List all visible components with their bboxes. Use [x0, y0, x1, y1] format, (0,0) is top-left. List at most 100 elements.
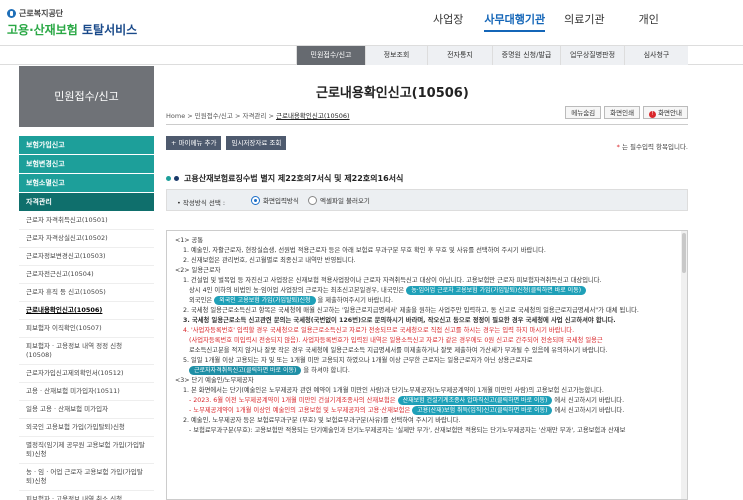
notice-line: 3. 국세청 일용근로소득 신고관련 문의는 국세청(국번없이 126번)으로 …: [183, 317, 616, 324]
sub-tabs: 민원접수/신고 정보조회 전자통지 증명원 신청/발급 업무상질병판정 심사청구: [296, 46, 688, 65]
gnb-medical[interactable]: 의료기관: [564, 11, 604, 32]
temp-saved-inquiry-button[interactable]: 임시저장자료 조회: [226, 136, 287, 150]
notice-line: 1. 예술인, 자활근로자, 현장실습생, 선원법 적용근로자 등은 아래 보험…: [183, 247, 546, 254]
sidebar-item-insurance-join[interactable]: 보험가입신고: [19, 136, 154, 155]
sidebar-sub-item[interactable]: 피보험자 이직확인(10507): [19, 320, 154, 338]
hide-menu-button[interactable]: 메뉴숨김: [565, 106, 602, 119]
notice-text: (사업자등록번호 미입력시 전송되지 않음). 사업자등록번호가 입력된 내역은…: [189, 337, 603, 344]
required-note: * 는 필수입력 항목입니다.: [617, 141, 688, 151]
tab-certificate[interactable]: 증명원 신청/발급: [492, 46, 560, 65]
notice-text: - 2023. 6월 이전 노무제공계약이 1개월 미만인 건설기계조종사의 산…: [189, 397, 396, 404]
tab-info-inquiry[interactable]: 정보조회: [365, 46, 427, 65]
radio-selected-icon[interactable]: [251, 195, 260, 205]
method-label: • 작성방식 선택 :: [177, 199, 226, 207]
global-nav: 사업장 사무대행기관 의료기관 개인: [433, 11, 680, 32]
farm-insurance-link[interactable]: 농·임어업 근로자 고용보험 가입(가입탈퇴)신청(클릭하면 바로 이동): [406, 286, 587, 295]
notice-line: 2. 예술인, 노무제공자 등은 보험료부과구분 (부호) 및 보험료부과구분(…: [183, 417, 461, 424]
logo[interactable]: 근로복지공단 고용·산재보험 토탈서비스: [7, 8, 137, 38]
gnb-workplace[interactable]: 사업장: [433, 11, 463, 32]
notice-text: - 노무제공계약이 1개월 이상인 예술인의 고용보험 및 노무제공자의 고용·…: [189, 407, 411, 414]
sidebar-sub-item[interactable]: 농 · 임 · 어업 근로자 고용보험 가입(가입탈퇴)신청: [19, 464, 154, 491]
sidebar-title: 민원접수/신고: [19, 66, 154, 127]
info-alert-icon: !: [649, 111, 657, 118]
screen-guide-label: 화면안내: [658, 109, 682, 117]
notice-text: 상시 4인 이하의 비법인 농·임어업 사업장의 근로자는 최초신고본일경우, …: [189, 287, 405, 294]
notice-scrollbar[interactable]: [681, 231, 687, 499]
bullet-icon: [174, 176, 179, 181]
logo-top: 근로복지공단: [7, 8, 137, 19]
notice-line: 5. 일일 1개월 이상 고용되는 자 및 또는 1개월 미만 고용되지 하였으…: [175, 356, 679, 366]
sidebar-sub-item[interactable]: 근로자 휴직 등 신고(10505): [19, 284, 154, 302]
tab-e-notice[interactable]: 전자통지: [427, 46, 492, 65]
gnb-agency[interactable]: 사무대행기관: [484, 11, 546, 32]
breadcrumb-item[interactable]: 자격관리: [242, 112, 266, 120]
logo-service-name-a: 고용·산재보험: [7, 23, 78, 37]
action-buttons: + 마이메뉴 추가 임시저장자료 조회: [166, 136, 291, 150]
notice-line: - 보험료부과구분(부호): 고용보험만 적용되는 단기예술인과 단기노무제공자…: [189, 427, 626, 434]
tab-review-request[interactable]: 심사청구: [624, 46, 688, 65]
bullet-icon: [166, 176, 171, 181]
method-selector: • 작성방식 선택 : 화면입력방식 엑셀파일 불러오기: [166, 189, 688, 211]
notice-text: 을 제출하여주시기 바랍니다.: [317, 297, 394, 304]
radio-screen-input[interactable]: 화면입력방식: [251, 195, 299, 205]
header: 근로복지공단 고용·산재보험 토탈서비스 사업장 사무대행기관 의료기관 개인: [0, 0, 743, 44]
sidebar-sub-item[interactable]: 고용 · 산재보험 미가입자(10511): [19, 383, 154, 401]
notice-line: 근로자자격취득신고(클릭하면 바로 이동) 을 하셔야 합니다.: [175, 366, 679, 376]
breadcrumb-item[interactable]: 민원접수/신고: [195, 112, 233, 120]
sidebar-sub-item[interactable]: 근로자정보변경신고(10503): [19, 248, 154, 266]
sidebar-sub-item[interactable]: 근로자가입신고제외확인서(10512): [19, 365, 154, 383]
sidebar-sub-item-current[interactable]: 근로내용확인신고(10506): [19, 302, 154, 320]
section-title-text: 고용산재보험료징수법 별지 제22호의7서식 및 제22호의16서식: [184, 174, 404, 183]
sidebar-sub-item[interactable]: 피보험자 · 고용정보 내역 정정 신청(10508): [19, 338, 154, 365]
construction-operator-link[interactable]: 산재보험 건설기계조종사 압마직신고(클릭하면 바로 이동): [397, 396, 553, 405]
notice-line: 4. '사업자등록번호' 입력할 경우 국세청으로 일용근로소득신고 자료가 전…: [175, 326, 679, 336]
insurance-acquisition-link[interactable]: 고용(산재)보험 취득(입직)신고(클릭하면 바로 이동): [412, 406, 553, 415]
gnb-personal[interactable]: 개인: [639, 11, 659, 32]
method-label-text: 작성방식 선택 :: [182, 199, 226, 207]
sidebar-sub-item[interactable]: 일용 고용 · 산재보험 미가입자: [19, 401, 154, 419]
sidebar-item-insurance-termination[interactable]: 보험소멸신고: [19, 174, 154, 193]
sidebar-sub-item[interactable]: 외국인 고용보험 가입(가입탈퇴)신청: [19, 419, 154, 437]
notice-line: 로소득신고분을 적지 않거나 잘못 작은 경우 국세청에 일용근로소득 지급명세…: [189, 347, 608, 354]
notice-text: 을 하셔야 합니다.: [303, 367, 350, 374]
title-divider: [166, 124, 688, 125]
notice-heading: <1> 공통: [175, 237, 204, 244]
section-title: 고용산재보험료징수법 별지 제22호의7서식 및 제22호의16서식: [166, 173, 403, 184]
notice-line: 2. 국세청 일용근로소득신고 항목은 국세청에 매월 신고하는 '일용근로지급…: [183, 307, 639, 314]
notice-text: 5. 일일 1개월 이상 고용되는 자 및 또는 1개월 미만 고용되지 하였으…: [183, 357, 533, 364]
notice-line: 1. 본 화면에서는 단기(예술인은 노무제공자 관련 예약이 1개월 미만인 …: [183, 387, 604, 394]
notice-text: 4. '사업자등록번호' 입력할 경우 국세청으로 일용근로소득신고 자료가 전…: [183, 327, 575, 334]
sidebar-item-insurance-change[interactable]: 보험변경신고: [19, 155, 154, 174]
notice-line: (사업자등록번호 미입력시 전송되지 않음). 사업자등록번호가 입력된 내역은…: [175, 336, 679, 346]
page-title: 근로내용확인신고(10506): [316, 86, 469, 101]
notice-line: - 2023. 6월 이전 노무제공계약이 1개월 미만인 건설기계조종사의 산…: [175, 396, 679, 406]
page-tools: 메뉴숨김 화면인쇄 ! 화면안내: [562, 106, 688, 119]
print-button[interactable]: 화면인쇄: [604, 106, 641, 119]
sidebar-sub-item[interactable]: 피보험자 · 고용정보 내역 취소 신청: [19, 491, 154, 500]
logo-agency-name: 근로복지공단: [19, 9, 64, 18]
breadcrumb-home[interactable]: Home: [166, 112, 185, 120]
sidebar-item-qualification[interactable]: 자격관리: [19, 193, 154, 212]
add-my-menu-button[interactable]: + 마이메뉴 추가: [166, 136, 222, 150]
tab-complaint-filing[interactable]: 민원접수/신고: [296, 46, 365, 65]
notice-box: <1> 공통 1. 예술인, 자활근로자, 현장실습생, 선원법 적용근로자 등…: [166, 230, 688, 500]
radio-excel-import[interactable]: 엑셀파일 불러오기: [308, 195, 370, 205]
notice-line: 1. 건설업 및 벌목업 등 자진신고 사업장은 신재보험 적용사업장이나 근로…: [183, 277, 602, 284]
foreign-insurance-link[interactable]: 외국인 고용보험 가입(가입탈퇴)신청: [214, 296, 316, 305]
scroll-thumb[interactable]: [682, 233, 686, 273]
worker-acquisition-link[interactable]: 근로자자격취득신고(클릭하면 바로 이동): [189, 366, 302, 375]
sidebar-sub-item[interactable]: 근로자전근신고(10504): [19, 266, 154, 284]
logo-service-name: 고용·산재보험 토탈서비스: [7, 21, 137, 38]
sidebar-sub-item[interactable]: 근로자 자격상실신고(10502): [19, 230, 154, 248]
tab-disease-judgment[interactable]: 업무상질병판정: [560, 46, 624, 65]
notice-heading: <3> 단기 예술인/노무제공자: [175, 377, 254, 384]
screen-guide-button[interactable]: ! 화면안내: [643, 106, 688, 119]
required-star: *: [616, 143, 620, 151]
sub-menu-bar: 민원접수/신고 정보조회 전자통지 증명원 신청/발급 업무상질병판정 심사청구: [0, 45, 743, 65]
radio-unselected-icon[interactable]: [308, 195, 317, 205]
notice-line: 상시 4인 이하의 비법인 농·임어업 사업장의 근로자는 최초신고본일경우, …: [175, 286, 679, 296]
breadcrumb-current[interactable]: 근로내용확인신고(10506): [276, 112, 350, 120]
notice-line: 2. 신재보험은 관리번호, 신고월별로 최종신고 내역만 반영됩니다.: [183, 257, 356, 264]
sidebar-sub-item[interactable]: 근로자 자격취득신고(10501): [19, 212, 154, 230]
sidebar-sub-item[interactable]: 별정직(임기제 공무원 고용보험 가입(가입탈퇴)신청: [19, 437, 154, 464]
